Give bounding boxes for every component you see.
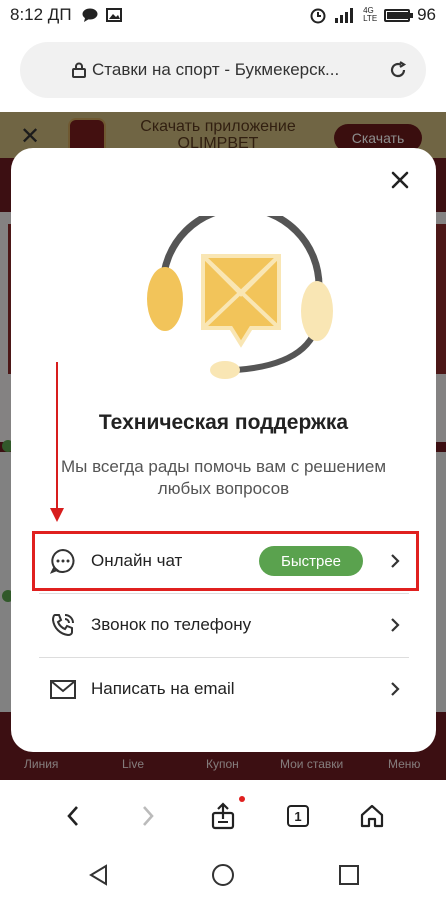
image-icon	[105, 8, 122, 22]
email-option[interactable]: Написать на email	[39, 659, 409, 719]
battery-icon	[384, 8, 414, 22]
support-modal: Техническая поддержка Мы всегда рады пом…	[11, 148, 436, 752]
annotation-arrow-head	[50, 508, 64, 522]
modal-subtitle: Мы всегда рады помочь вам с решением люб…	[60, 457, 387, 498]
support-headset-illustration	[147, 216, 333, 379]
system-navigation-bar	[0, 850, 446, 899]
divider	[39, 593, 409, 594]
alarm-icon	[310, 8, 326, 24]
modal-title: Техническая поддержка	[98, 411, 349, 434]
chevron-right-icon	[391, 682, 400, 696]
phone-icon	[51, 614, 74, 637]
message-icon	[82, 8, 98, 22]
share-icon	[211, 802, 235, 830]
home-button[interactable]	[354, 798, 390, 834]
address-bar[interactable]: Ставки на спорт - Букмекерск...	[20, 42, 426, 98]
phone-call-label: Звонок по телефону	[91, 615, 252, 634]
forward-button[interactable]	[130, 798, 166, 834]
tabs-button[interactable]: 1	[280, 798, 316, 834]
signal-icon	[335, 8, 354, 23]
lock-icon	[72, 62, 86, 78]
notification-dot	[239, 796, 245, 802]
status-time: 8:12 ДП	[10, 5, 72, 24]
status-bar: 8:12 ДП 4G LTE 96	[0, 0, 446, 30]
tabs-count: 1	[287, 805, 309, 827]
reload-icon[interactable]	[388, 60, 408, 80]
circle-home-icon[interactable]	[210, 862, 236, 888]
chevron-right-icon	[391, 618, 400, 632]
mail-icon	[50, 680, 76, 699]
email-label: Написать на email	[91, 679, 235, 698]
back-button[interactable]	[55, 798, 91, 834]
annotation-arrow-line	[56, 362, 58, 512]
highlight-box	[32, 531, 419, 591]
page-title: Ставки на спорт - Букмекерск...	[92, 60, 340, 79]
chevron-right-icon	[143, 806, 154, 826]
square-recents-icon[interactable]	[336, 862, 362, 888]
share-button[interactable]	[205, 796, 245, 834]
phone-call-option[interactable]: Звонок по телефону	[39, 595, 409, 655]
close-icon[interactable]	[388, 168, 412, 192]
home-icon	[360, 804, 384, 828]
browser-toolbar: 1	[0, 780, 446, 850]
divider	[39, 657, 409, 658]
battery-percent: 96	[417, 5, 436, 24]
network-type-label: 4G LTE	[363, 6, 378, 23]
triangle-back-icon[interactable]	[86, 862, 112, 888]
chevron-left-icon	[67, 806, 78, 826]
